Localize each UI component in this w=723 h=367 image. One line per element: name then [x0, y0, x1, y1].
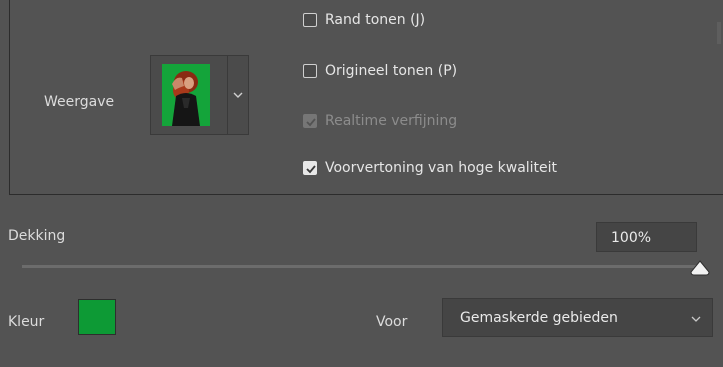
weergave-label: Weergave: [44, 94, 115, 110]
dropdown-divider: [227, 56, 228, 134]
rand-tonen-label: Rand tonen (J): [325, 12, 426, 28]
realtime-verfijning-label: Realtime verfijning: [325, 113, 458, 129]
option-realtime-verfijning: Realtime verfijning: [303, 113, 457, 129]
option-origineel-tonen[interactable]: Origineel tonen (P): [303, 63, 457, 79]
kleur-label: Kleur: [8, 314, 45, 330]
chevron-down-icon[interactable]: [229, 86, 247, 104]
option-rand-tonen[interactable]: Rand tonen (J): [303, 12, 425, 28]
chevron-down-icon: [689, 312, 703, 326]
realtime-verfijning-checkbox: [303, 114, 317, 128]
dekking-input[interactable]: 100%: [596, 222, 697, 252]
dekking-slider-thumb[interactable]: [689, 260, 711, 276]
origineel-tonen-checkbox[interactable]: [303, 64, 317, 78]
voor-select[interactable]: Gemaskerde gebieden: [442, 298, 713, 337]
panel-scrollbar[interactable]: [715, 22, 723, 44]
dekking-slider-track[interactable]: [22, 265, 702, 268]
hoge-kwaliteit-label: Voorvertoning van hoge kwaliteit: [325, 160, 558, 176]
dekking-label: Dekking: [8, 228, 66, 244]
kleur-color-swatch[interactable]: [78, 299, 116, 335]
voor-label: Voor: [376, 314, 408, 330]
voor-selected-value: Gemaskerde gebieden: [460, 310, 618, 326]
origineel-tonen-label: Origineel tonen (P): [325, 63, 458, 79]
rand-tonen-checkbox[interactable]: [303, 13, 317, 27]
view-mode-thumbnail: [162, 64, 210, 126]
view-mode-dropdown[interactable]: [150, 55, 249, 135]
option-hoge-kwaliteit[interactable]: Voorvertoning van hoge kwaliteit: [303, 160, 557, 176]
hoge-kwaliteit-checkbox[interactable]: [303, 161, 317, 175]
